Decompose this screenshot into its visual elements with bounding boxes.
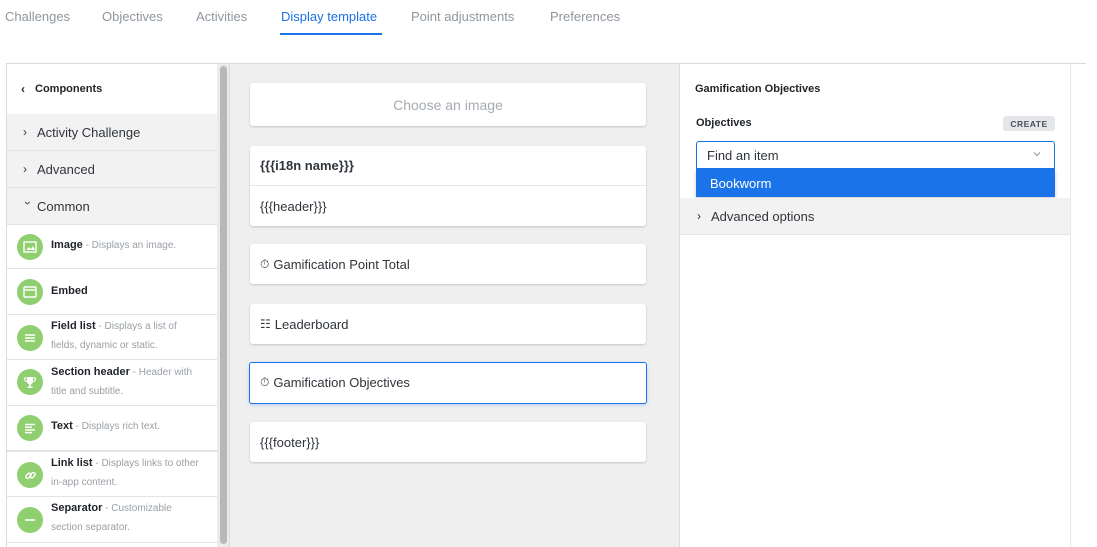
separator-icon (17, 507, 43, 533)
group-advanced[interactable]: › Advanced (7, 151, 217, 188)
advanced-options-label: Advanced options (711, 208, 815, 224)
component-name: Field list (51, 320, 96, 332)
trophy-icon (17, 369, 43, 395)
header-card[interactable]: {{{i18n name}}} {{{header}}} (250, 146, 646, 226)
component-text: Separator - Customizable section separat… (51, 499, 201, 537)
component-text: Field list - Displays a list of fields, … (51, 317, 201, 355)
component-text: Text - Displays rich text. (51, 417, 201, 436)
objectives-search-input[interactable]: Find an item (696, 141, 1055, 169)
active-tab-indicator (280, 33, 382, 35)
block-label: Gamification Point Total (273, 256, 410, 272)
components-title: Components (35, 83, 103, 95)
component-desc: - Displays rich text. (72, 421, 161, 432)
back-icon[interactable]: ‹ (21, 82, 25, 96)
scrollbar-thumb[interactable] (220, 66, 227, 544)
component-name: Embed (51, 285, 88, 297)
advanced-options-toggle[interactable]: › Advanced options (680, 198, 1070, 235)
tab-objectives[interactable]: Objectives (102, 9, 163, 24)
tab-bar: Challenges Objectives Activities Display… (0, 0, 1097, 35)
block-label: Leaderboard (274, 316, 349, 332)
component-section-header[interactable]: Section header - Header with title and s… (7, 360, 217, 406)
component-link-list[interactable]: Link list - Displays links to other in-a… (7, 451, 217, 497)
group-label: Advanced (37, 161, 95, 177)
link-icon (17, 462, 43, 488)
component-name: Link list (51, 457, 93, 469)
image-icon (17, 234, 43, 260)
search-input-value: Find an item (707, 147, 779, 163)
create-button[interactable]: CREATE (1003, 116, 1055, 131)
block-gamification-objectives[interactable]: ⏱ Gamification Objectives (249, 362, 647, 404)
settings-panel: Gamification Objectives Objectives CREAT… (679, 64, 1070, 547)
components-scrollbar[interactable] (217, 64, 230, 547)
footer-label: {{{footer}}} (260, 434, 320, 450)
component-name: Section header (51, 366, 130, 378)
footer-card[interactable]: {{{footer}}} (250, 422, 646, 462)
list-icon (17, 325, 43, 351)
chevron-right-icon: › (23, 125, 27, 139)
tab-challenges[interactable]: Challenges (5, 9, 70, 24)
header-card-title: {{{i18n name}}} (250, 146, 646, 186)
dropdown-option-bookworm[interactable]: Bookworm (696, 169, 1055, 197)
component-desc: - Displays an image. (82, 240, 177, 251)
component-text: Embed (51, 282, 201, 301)
block-label: Gamification Objectives (273, 375, 410, 390)
component-text: Section header - Header with title and s… (51, 363, 201, 401)
chevron-right-icon: › (23, 162, 27, 176)
component-image[interactable]: Image - Displays an image. (7, 225, 217, 269)
components-header[interactable]: ‹ Components (7, 64, 217, 114)
block-leaderboard[interactable]: ☷ Leaderboard (250, 304, 646, 344)
header-card-subtitle: {{{header}}} (260, 198, 327, 214)
stopwatch-icon: ⏱ (260, 375, 270, 389)
image-placeholder-card[interactable]: Choose an image (250, 83, 646, 126)
chevron-down-icon: › (21, 201, 35, 205)
component-name: Image (51, 239, 83, 251)
component-name: Separator (51, 502, 103, 514)
group-label: Activity Challenge (37, 124, 141, 140)
tab-preferences[interactable]: Preferences (550, 9, 620, 24)
group-activity-challenge[interactable]: › Activity Challenge (7, 114, 217, 151)
text-icon (17, 415, 43, 441)
embed-icon (17, 279, 43, 305)
chevron-right-icon: › (697, 209, 701, 223)
tab-display-template[interactable]: Display template (281, 9, 377, 24)
stopwatch-icon: ⏱ (260, 256, 270, 271)
components-panel: ‹ Components › Activity Challenge › Adva… (7, 64, 217, 547)
settings-panel-edge (1070, 64, 1086, 547)
settings-title: Gamification Objectives (695, 83, 821, 95)
group-label: Common (37, 198, 90, 214)
component-text: Image - Displays an image. (51, 236, 201, 255)
chevron-down-icon[interactable] (1032, 149, 1042, 159)
component-embed[interactable]: Embed (7, 269, 217, 315)
component-text: Link list - Displays links to other in-a… (51, 454, 201, 492)
component-separator[interactable]: Separator - Customizable section separat… (7, 497, 217, 543)
list-icon: ☷ (260, 317, 271, 331)
component-text-block[interactable]: Text - Displays rich text. (7, 406, 217, 451)
tab-activities[interactable]: Activities (196, 9, 247, 24)
component-name: Text (51, 420, 73, 432)
tab-point-adjustments[interactable]: Point adjustments (411, 9, 514, 24)
group-common[interactable]: › Common (7, 188, 217, 225)
component-field-list[interactable]: Field list - Displays a list of fields, … (7, 315, 217, 360)
objectives-label: Objectives (696, 117, 752, 129)
block-gamification-point-total[interactable]: ⏱ Gamification Point Total (250, 244, 646, 284)
